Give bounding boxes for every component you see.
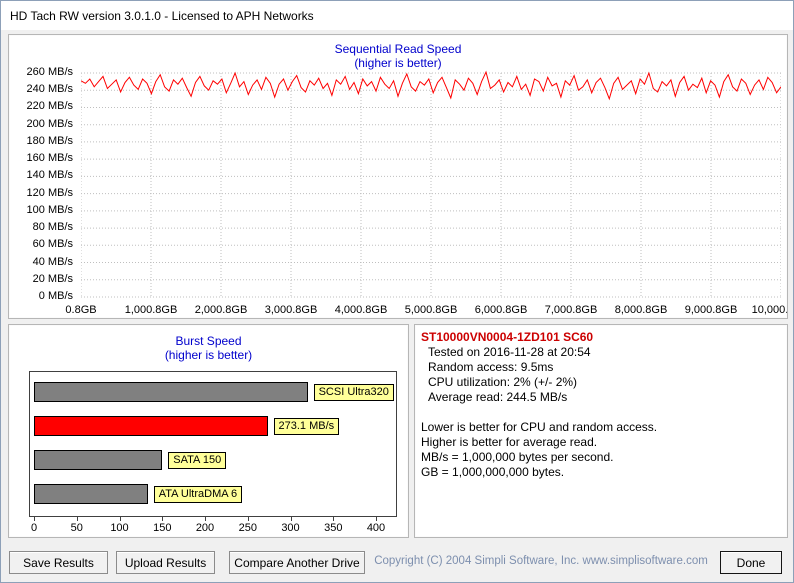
drive-notes: Lower is better for CPU and random acces… (421, 420, 781, 480)
drive-info-panel: ST10000VN0004-1ZD101 SC60 Tested on 2016… (414, 324, 788, 538)
seq-x-tick-label: 3,000.8GB (264, 304, 318, 316)
burst-axis-tick (34, 517, 35, 521)
drive-stats: Tested on 2016-11-28 at 20:54 Random acce… (421, 345, 781, 405)
drive-model: ST10000VN0004-1ZD101 SC60 (421, 330, 594, 344)
burst-axis-tick (333, 517, 335, 521)
seq-x-tick-label: 5,000.8GB (404, 304, 458, 316)
burst-x-tick-label: 0 (30, 522, 38, 534)
seq-x-tick-label: 7,000.8GB (544, 304, 598, 316)
drive-stat-line: Random access: 9.5ms (428, 360, 554, 374)
drive-stat-line: Tested on 2016-11-28 at 20:54 (428, 345, 591, 359)
info-note-line: MB/s = 1,000,000 bytes per second. (421, 450, 614, 464)
upload-results-button[interactable]: Upload Results (116, 551, 215, 574)
drive-stat-line: CPU utilization: 2% (+/- 2%) (428, 375, 578, 389)
burst-x-tick-label: 200 (195, 522, 215, 534)
burst-axis-tick (376, 517, 377, 521)
sequential-read-chart-panel: Sequential Read Speed (higher is better)… (8, 34, 788, 319)
burst-x-tick-label: 100 (110, 522, 129, 534)
burst-axis-tick (162, 517, 164, 521)
burst-x-axis-labels: 0 50 100 150 200 250 300 350 400 (9, 325, 408, 537)
info-note-line: Higher is better for average read. (421, 435, 598, 449)
burst-x-tick-label: 150 (153, 522, 172, 534)
burst-x-tick-label: 300 (281, 522, 300, 534)
burst-axis-tick (76, 517, 78, 521)
seq-x-tick-label: 10,000.8GB (751, 304, 788, 316)
seq-x-tick-label: 1,000.8GB (124, 304, 178, 316)
seq-x-tick-label: 4,000.8GB (334, 304, 388, 316)
burst-speed-chart-panel: Burst Speed (higher is better) SCSI Ultr… (8, 324, 409, 538)
done-button[interactable]: Done (720, 551, 782, 574)
seq-x-tick-label: 9,000.8GB (684, 304, 738, 316)
burst-axis-tick (247, 517, 249, 521)
save-results-button[interactable]: Save Results (9, 551, 108, 574)
seq-x-tick-label: 8,000.8GB (614, 304, 668, 316)
burst-x-tick-label: 400 (366, 522, 386, 534)
info-note-line: Lower is better for CPU and random acces… (421, 420, 658, 434)
drive-info-content: ST10000VN0004-1ZD101 SC60 Tested on 2016… (415, 325, 787, 537)
burst-axis-tick (119, 517, 121, 521)
compare-another-drive-button[interactable]: Compare Another Drive (229, 551, 365, 574)
info-note-line: GB = 1,000,000,000 bytes. (421, 465, 565, 479)
burst-x-tick-label: 350 (324, 522, 343, 534)
drive-stat-line: Average read: 244.5 MB/s (428, 390, 568, 404)
burst-axis-tick (290, 517, 292, 521)
seq-x-axis-labels: 0.8GB 1,000.8GB 2,000.8GB 3,000.8GB 4,000.8G… (9, 35, 787, 318)
burst-x-tick-label: 250 (238, 522, 257, 534)
seq-x-tick-label: 6,000.8GB (474, 304, 528, 316)
app-window: HD Tach RW version 3.0.1.0 - Licensed to… (0, 0, 794, 583)
seq-x-tick-label: 2,000.8GB (194, 304, 248, 316)
copyright-text: Copyright (C) 2004 Simpli Software, Inc.… (374, 555, 708, 567)
seq-x-tick-label: 0.8GB (65, 304, 97, 316)
title-bar[interactable]: HD Tach RW version 3.0.1.0 - Licensed to… (1, 1, 793, 30)
burst-x-tick-label: 50 (70, 522, 83, 534)
window-title: HD Tach RW version 3.0.1.0 - Licensed to… (10, 8, 314, 23)
burst-axis-tick (205, 517, 206, 521)
